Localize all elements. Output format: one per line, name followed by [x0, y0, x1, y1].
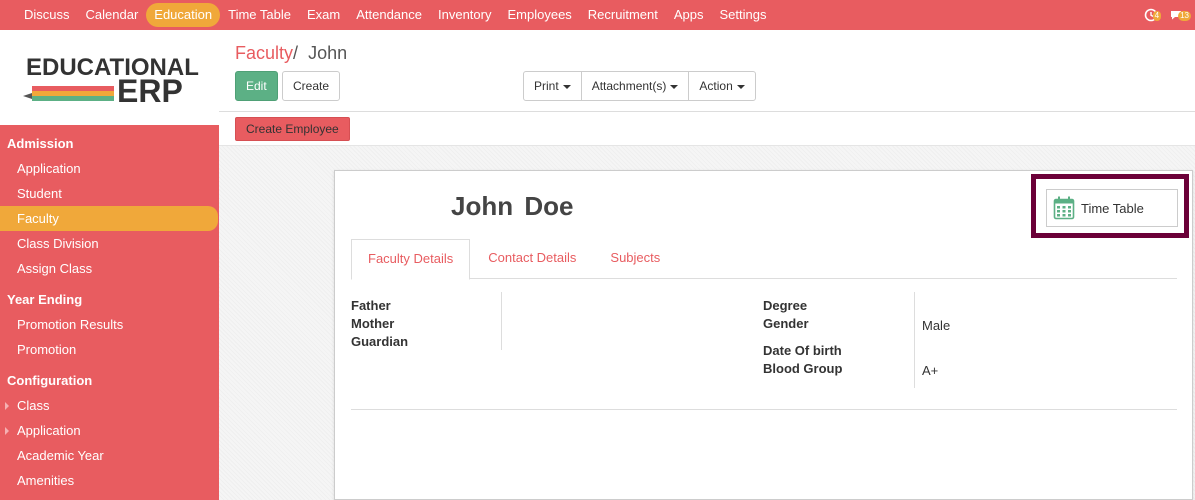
last-name: Doe — [524, 191, 574, 221]
sidebar-nav: Admission Application Student Faculty Cl… — [0, 125, 219, 493]
sidebar-item-config-application[interactable]: Application — [0, 418, 219, 443]
sidebar-actions: Print Attachment(s) Action — [523, 71, 756, 101]
menu-attendance[interactable]: Attendance — [348, 3, 430, 27]
dob-label: Date Of birth — [763, 343, 842, 358]
sidebar-item-faculty[interactable]: Faculty — [0, 206, 218, 231]
attachments-label: Attachment(s) — [591, 79, 667, 93]
faculty-name: John Doe — [451, 191, 573, 222]
menu-inventory[interactable]: Inventory — [430, 3, 499, 27]
sidebar-section-admission: Admission — [7, 136, 74, 151]
breadcrumb-separator: / — [293, 43, 299, 63]
sidebar-item-label: Class — [17, 398, 50, 413]
menu-employees[interactable]: Employees — [499, 3, 579, 27]
create-button[interactable]: Create — [282, 71, 341, 101]
gender-value-text: Male — [922, 318, 951, 333]
menu-education[interactable]: Education — [146, 3, 221, 27]
create-employee-button[interactable]: Create Employee — [235, 117, 350, 141]
activity-badge: 4 — [1152, 11, 1162, 21]
mother-label: Mother — [351, 316, 395, 331]
sidebar-item-amenities[interactable]: Amenities — [0, 468, 219, 493]
caret-down-icon — [670, 84, 679, 89]
caret-right-icon — [5, 427, 9, 435]
degree-label: Degree — [763, 298, 808, 313]
caret-down-icon — [736, 84, 745, 89]
tab-subjects[interactable]: Subjects — [594, 239, 676, 279]
attachments-dropdown[interactable]: Attachment(s) — [580, 71, 690, 101]
sidebar-section-year-ending: Year Ending — [7, 292, 83, 307]
menu-recruitment[interactable]: Recruitment — [580, 3, 666, 27]
activity-button[interactable]: 4 — [1144, 8, 1162, 22]
field-divider — [914, 292, 915, 388]
print-label: Print — [534, 79, 559, 93]
timetable-label: Time Table — [1081, 200, 1144, 216]
tab-faculty-details[interactable]: Faculty Details — [351, 239, 471, 280]
sidebar-item-class[interactable]: Class — [0, 393, 219, 418]
blood-group-value-text: A+ — [922, 363, 939, 378]
breadcrumb: Faculty/ John — [235, 43, 347, 64]
first-name: John — [451, 191, 514, 221]
form-sheet: John Doe Time Table Faculty Details Cont… — [334, 170, 1193, 500]
breadcrumb-faculty-link[interactable]: Faculty — [235, 43, 293, 63]
app-logo[interactable]: EDUCATIONAL ERP — [0, 30, 219, 125]
blood-group-value: A+ — [922, 363, 938, 378]
systray: 4 13 — [1144, 0, 1191, 30]
field-divider — [501, 292, 502, 350]
action-dropdown[interactable]: Action — [688, 71, 756, 101]
messages-badge: 13 — [1178, 11, 1191, 21]
father-label: Father — [351, 298, 391, 313]
top-navbar: Discuss Calendar Education Time Table Ex… — [0, 0, 1195, 30]
menu-calendar[interactable]: Calendar — [78, 3, 147, 27]
menu-apps[interactable]: Apps — [666, 3, 712, 27]
logo-text-erp: ERP — [117, 73, 183, 108]
timetable-smart-button[interactable]: Time Table — [1046, 189, 1178, 227]
sidebar: EDUCATIONAL ERP Admission Application St… — [0, 30, 219, 500]
gender-value: Male — [922, 318, 950, 333]
messages-button[interactable]: 13 — [1169, 8, 1191, 22]
main-menu: Discuss Calendar Education Time Table Ex… — [0, 0, 775, 30]
sidebar-item-application[interactable]: Application — [0, 156, 219, 181]
sidebar-item-student[interactable]: Student — [0, 181, 219, 206]
parents-labels: Father Mother Guardian — [351, 298, 408, 352]
section-divider — [351, 409, 1177, 410]
menu-discuss[interactable]: Discuss — [16, 3, 78, 27]
gender-label: Gender — [763, 316, 809, 331]
menu-exam[interactable]: Exam — [299, 3, 348, 27]
print-dropdown[interactable]: Print — [523, 71, 582, 101]
sidebar-section-configuration: Configuration — [7, 373, 93, 388]
sidebar-item-label: Application — [17, 423, 81, 438]
caret-right-icon — [5, 402, 9, 410]
sidebar-item-promotion-results[interactable]: Promotion Results — [0, 312, 219, 337]
control-panel: Faculty/ John Edit Create Print Attachme… — [219, 30, 1195, 112]
form-tabs: Faculty Details Contact Details Subjects — [351, 239, 1177, 280]
blood-group-label: Blood Group — [763, 361, 843, 376]
details-labels: Degree Gender Date Of birth Blood Group — [763, 298, 842, 379]
menu-settings[interactable]: Settings — [712, 3, 775, 27]
sidebar-item-academic-year[interactable]: Academic Year — [0, 443, 219, 468]
calendar-icon — [1053, 196, 1075, 220]
form-statusbar: Create Employee — [219, 112, 1195, 146]
sidebar-item-class-division[interactable]: Class Division — [0, 231, 219, 256]
sidebar-item-assign-class[interactable]: Assign Class — [0, 256, 219, 281]
caret-down-icon — [562, 84, 571, 89]
action-label: Action — [699, 79, 733, 93]
educational-erp-logo-icon: EDUCATIONAL ERP — [22, 54, 198, 108]
menu-time-table[interactable]: Time Table — [220, 3, 299, 27]
breadcrumb-current: John — [308, 43, 348, 63]
highlight-box: Time Table — [1031, 174, 1189, 238]
guardian-label: Guardian — [351, 334, 409, 349]
tab-contact-details[interactable]: Contact Details — [472, 239, 592, 279]
sidebar-item-promotion[interactable]: Promotion — [0, 337, 219, 362]
edit-button[interactable]: Edit — [235, 71, 278, 101]
